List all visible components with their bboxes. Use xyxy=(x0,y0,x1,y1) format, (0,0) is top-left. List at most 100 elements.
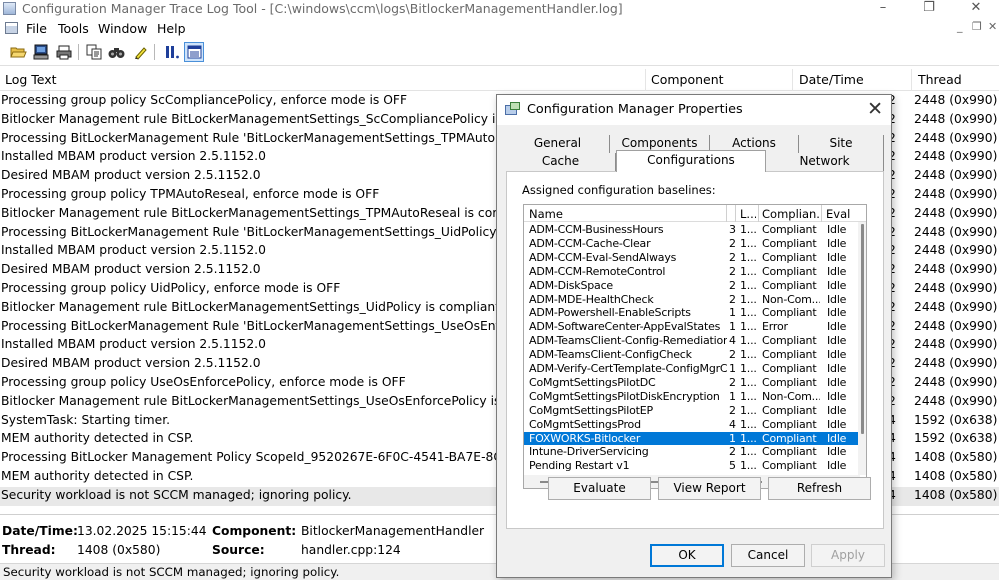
baseline-row[interactable]: ADM-CCM-BusinessHours 3 1... Compliant Idle xyxy=(524,223,860,237)
thread-label: Thread: xyxy=(2,543,56,557)
highlight-icon[interactable] xyxy=(130,42,150,62)
baseline-row[interactable]: CoMgmtSettingsPilotDC 2 1... Compliant Idle xyxy=(524,376,860,390)
mdi-close-icon[interactable]: ✕ xyxy=(988,20,997,33)
column-divider[interactable] xyxy=(792,69,793,91)
column-datetime[interactable]: Date/Time xyxy=(799,72,864,87)
baseline-name-cell: ADM-TeamsClient-ConfigCheck xyxy=(529,348,692,362)
mdi-restore-icon[interactable]: ❐ xyxy=(972,20,982,33)
baseline-row[interactable]: Intune-DriverServicing 2 1... Compliant Idle xyxy=(524,445,860,459)
baseline-row[interactable]: ADM-CCM-RemoteControl 2 1... Compliant Idle xyxy=(524,265,860,279)
log-text-cell: Desired MBAM product version 2.5.1152.0 xyxy=(1,262,261,277)
computer-icon[interactable] xyxy=(31,42,51,62)
baseline-last-eval-cell: 1... xyxy=(740,348,757,362)
baseline-row[interactable]: ADM-CCM-Cache-Clear 2 1... Compliant Idle xyxy=(524,237,860,251)
baseline-last-eval-cell: 1... xyxy=(740,264,757,278)
baseline-last-eval-cell: 1... xyxy=(740,445,757,459)
baseline-row[interactable]: ADM-TeamsClient-Config-Remediation 4 1... C… xyxy=(524,334,860,348)
baseline-row[interactable]: ADM-DiskSpace 2 1... Compliant Idle xyxy=(524,279,860,293)
baseline-compliance-cell: Compliant xyxy=(762,306,817,320)
baseline-row[interactable]: ADM-Verify-CertTemplate-ConfigMgrClient1… xyxy=(524,362,860,376)
column-compliance[interactable]: Complian... xyxy=(762,207,820,221)
log-thread-cell: 2448 (0x990) xyxy=(914,375,998,389)
column-eval-state[interactable]: Eval xyxy=(826,207,856,221)
log-thread-cell: 1592 (0x638) xyxy=(914,431,998,446)
baseline-row[interactable]: ADM-CCM-Eval-SendAlways 2 1... Compliant Idl… xyxy=(524,251,860,265)
baseline-compliance-cell: Compliant xyxy=(762,403,817,417)
log-thread-cell: 2448 (0x990) xyxy=(914,224,998,239)
log-text-cell: Processing BitLockerManagement Rule 'Bit… xyxy=(1,224,506,239)
baselines-list[interactable]: Name L... Complian... Eval ADM-CCM-Busin… xyxy=(523,204,867,489)
baseline-eval-cell: Idle xyxy=(827,250,847,264)
column-divider[interactable] xyxy=(911,69,912,91)
log-table-header: Log Text Component Date/Time Thread xyxy=(0,69,999,91)
baseline-row[interactable]: CoMgmtSettingsPilotEP 2 1... Compliant Idle xyxy=(524,404,860,418)
log-thread-cell: 2448 (0x990) xyxy=(914,130,998,145)
menu-file[interactable]: File xyxy=(26,21,47,36)
baseline-eval-cell: Idle xyxy=(827,292,847,306)
baseline-compliance-cell: Error xyxy=(762,320,788,334)
view-report-button[interactable]: View Report xyxy=(658,477,761,500)
baseline-name-cell: CoMgmtSettingsPilotDC xyxy=(529,375,656,389)
tab-network[interactable]: Network xyxy=(766,153,884,171)
baseline-name-cell: CoMgmtSettingsPilotDiskEncryption xyxy=(529,389,720,403)
tab-configurations[interactable]: Configurations xyxy=(616,150,766,172)
dialog-close-icon[interactable]: ✕ xyxy=(867,98,883,120)
menu-help[interactable]: Help xyxy=(157,21,186,36)
column-name[interactable]: Name xyxy=(529,207,719,221)
baseline-eval-cell: Idle xyxy=(827,445,847,459)
column-thread[interactable]: Thread xyxy=(918,72,962,87)
mdi-minimize-icon[interactable]: _ xyxy=(957,20,963,33)
print-icon[interactable] xyxy=(54,42,74,62)
column-log-text[interactable]: Log Text xyxy=(5,72,57,87)
baseline-row[interactable]: CoMgmtSettingsProd 4 1... Compliant Idle xyxy=(524,418,860,432)
log-text-cell: Bitlocker Management rule BitLockerManag… xyxy=(1,111,506,126)
refresh-button[interactable]: Refresh xyxy=(768,477,871,500)
baseline-row[interactable]: ADM-Powershell-EnableScripts 1 1... Complia… xyxy=(524,306,860,320)
dialog-title: Configuration Manager Properties xyxy=(527,102,743,117)
column-divider[interactable] xyxy=(645,69,646,91)
baseline-eval-cell: Idle xyxy=(827,362,847,375)
menu-window[interactable]: Window xyxy=(98,21,147,36)
column-divider[interactable] xyxy=(735,205,736,222)
find-icon[interactable] xyxy=(106,42,126,62)
baseline-name-cell: ADM-Verify-CertTemplate-ConfigMgrClient xyxy=(529,362,727,375)
tab-general[interactable]: General xyxy=(506,135,610,153)
column-divider[interactable] xyxy=(726,205,727,222)
baseline-last-eval-cell: 1... xyxy=(740,459,757,473)
log-text-cell: Bitlocker Management rule BitLockerManag… xyxy=(1,299,501,314)
log-thread-cell: 2448 (0x990) xyxy=(914,111,998,126)
column-divider[interactable] xyxy=(821,205,822,222)
column-component[interactable]: Component xyxy=(651,72,724,87)
scrollbar-thumb[interactable] xyxy=(861,224,864,434)
baseline-row[interactable]: Pending Restart v1 5 1... Compliant Idle xyxy=(524,459,860,473)
minimize-icon[interactable]: – xyxy=(860,0,906,18)
baseline-row[interactable]: CoMgmtSettingsPilotDiskEncryption 1 1... No… xyxy=(524,390,860,404)
baseline-name-cell: ADM-CCM-BusinessHours xyxy=(529,223,664,236)
baseline-last-eval-cell: 1... xyxy=(740,306,757,320)
evaluate-button[interactable]: Evaluate xyxy=(548,477,651,500)
close-icon[interactable]: ✕ xyxy=(953,0,999,18)
cancel-button[interactable]: Cancel xyxy=(731,544,805,567)
tab-site[interactable]: Site xyxy=(799,135,884,153)
column-last-evaluation[interactable]: L... xyxy=(740,207,756,221)
baseline-row[interactable]: ADM-TeamsClient-ConfigCheck 2 1... Complian… xyxy=(524,348,860,362)
apply-button[interactable]: Apply xyxy=(811,544,885,567)
tab-cache[interactable]: Cache xyxy=(506,153,616,171)
view-details-icon[interactable] xyxy=(184,42,204,62)
baseline-row[interactable]: ADM-MDE-HealthCheck 2 1... Non-Com... Idle xyxy=(524,293,860,307)
baseline-name-cell: ADM-TeamsClient-Config-Remediation xyxy=(529,334,727,348)
baselines-list-header: Name L... Complian... Eval xyxy=(524,205,866,222)
open-icon[interactable] xyxy=(8,42,28,62)
baseline-row[interactable]: FOXWORKS-Bitlocker 1 1... Compliant Idle xyxy=(524,431,860,446)
baselines-vertical-scrollbar[interactable] xyxy=(858,222,866,475)
ok-button[interactable]: OK xyxy=(650,544,724,567)
pause-icon[interactable] xyxy=(162,42,182,62)
column-divider[interactable] xyxy=(758,205,759,222)
menu-tools[interactable]: Tools xyxy=(58,21,89,36)
maximize-icon[interactable]: ❐ xyxy=(906,0,952,18)
document-icon[interactable] xyxy=(5,22,18,34)
baseline-row[interactable]: ADM-SoftwareCenter-AppEvalStates 1 1... Err… xyxy=(524,320,860,334)
baseline-compliance-cell: Compliant xyxy=(762,223,817,236)
configurations-panel: Assigned configuration baselines: Name L… xyxy=(506,171,884,529)
copy-icon[interactable] xyxy=(84,42,104,62)
